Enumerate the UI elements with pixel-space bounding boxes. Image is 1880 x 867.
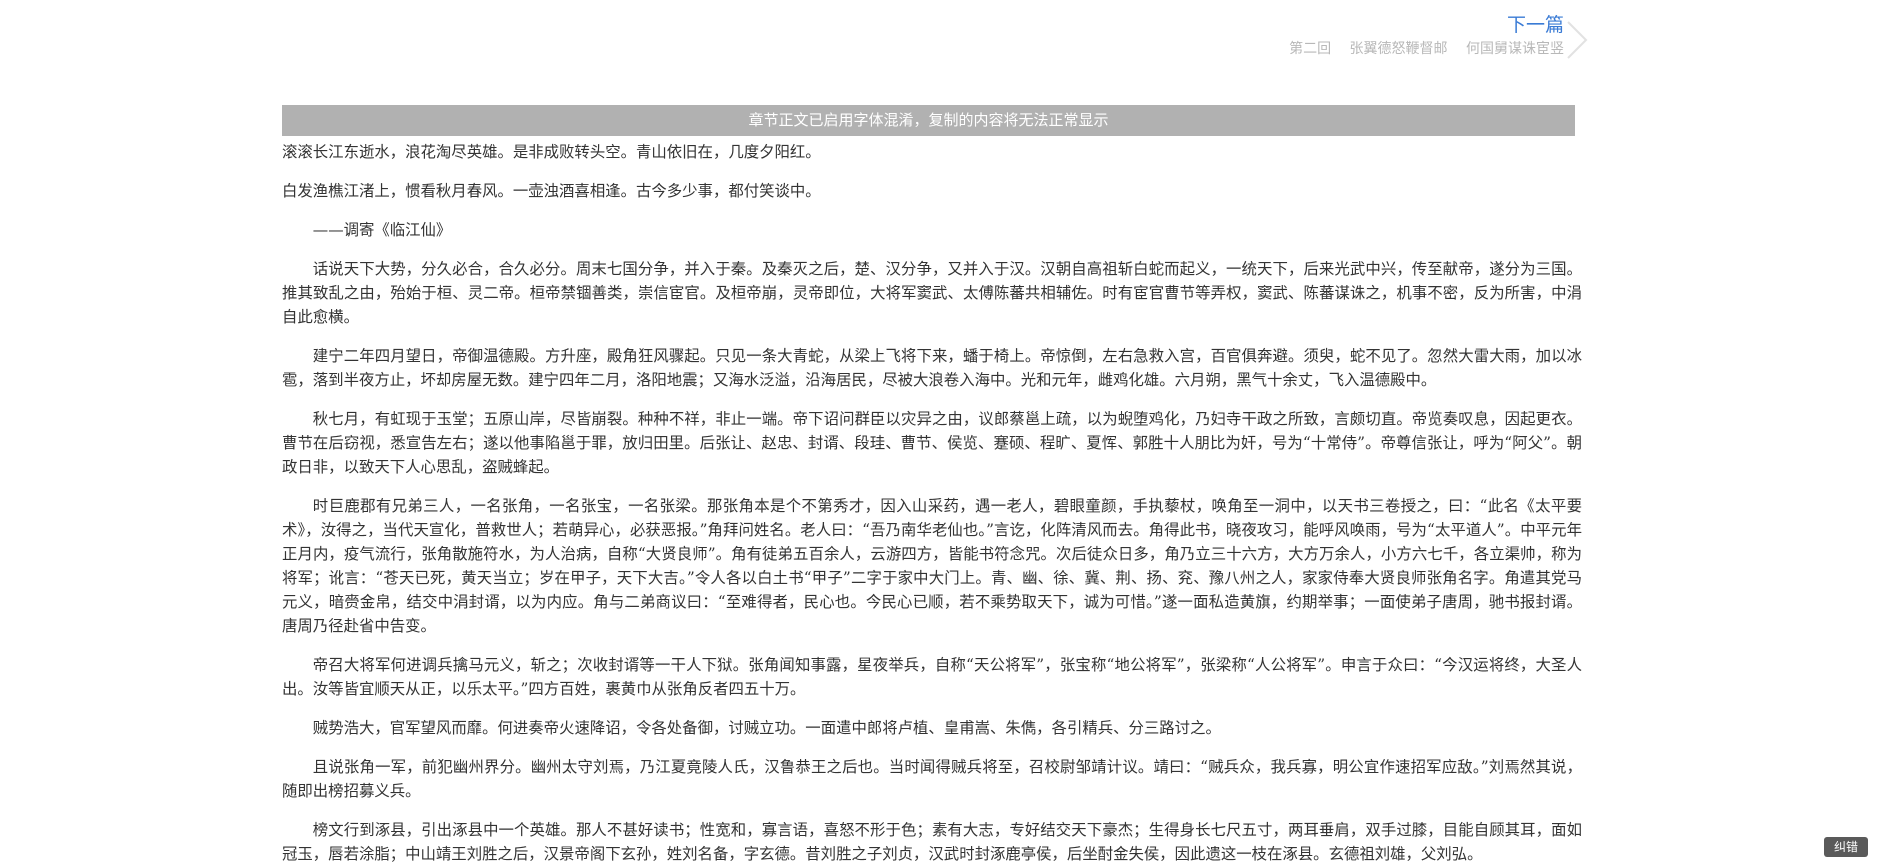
next-chapter-name-1: 张翼德怒鞭督邮 <box>1349 41 1448 57</box>
next-chapter-number: 第二回 <box>1289 41 1332 57</box>
chapter-paragraph: 建宁二年四月望日，帝御温德殿。方升座，殿角狂风骤起。只见一条大青蛇，从梁上飞将下… <box>282 347 1582 389</box>
next-chapter-name-2: 何国舅谋诛宦竖 <box>1466 41 1564 57</box>
chapter-paragraph: 且说张角一军，前犯幽州界分。幽州太守刘焉，乃江夏竟陵人氏，汉鲁恭王之后也。当时闻… <box>282 758 1582 800</box>
chapter-paragraph: 榜文行到涿县，引出涿县中一个英雄。那人不甚好读书；性宽和，寡言语，喜怒不形于色；… <box>282 821 1582 863</box>
next-chapter-subtitle[interactable]: 第二回 张翼德怒鞭督邮 何国舅谋诛宦竖 <box>1289 38 1564 58</box>
next-chapter-link[interactable]: 下一篇 第二回 张翼德怒鞭督邮 何国舅谋诛宦竖 <box>1289 8 1590 68</box>
chapter-paragraph: ——调寄《临江仙》 <box>312 221 452 239</box>
chapter-paragraph: 白发渔樵江渚上，惯看秋月春风。一壶浊酒喜相逢。古今多少事，都付笑谈中。 <box>282 182 821 200</box>
next-chapter-title[interactable]: 下一篇 <box>1507 10 1564 37</box>
chapter-paragraph: 帝召大将军何进调兵擒马元义，斩之；次收封谞等一干人下狱。张角闻知事露，星夜举兵，… <box>282 656 1582 698</box>
chapter-paragraph: 话说天下大势，分久必合，合久必分。周末七国分争，并入于秦。及秦灭之后，楚、汉分争… <box>282 260 1582 326</box>
chapter-paragraph: 时巨鹿郡有兄弟三人，一名张角，一名张宝，一名张梁。那张角本是个不第秀才，因入山采… <box>282 497 1582 635</box>
report-error-button[interactable]: 纠错 <box>1824 837 1868 857</box>
chevron-right-icon[interactable] <box>1564 20 1590 60</box>
font-obfuscation-notice: 章节正文已启用字体混淆，复制的内容将无法正常显示 <box>282 105 1575 136</box>
chapter-paragraph: 滚滚长江东逝水，浪花淘尽英雄。是非成败转头空。青山依旧在，几度夕阳红。 <box>282 143 821 161</box>
chapter-content: 滚滚长江东逝水，浪花淘尽英雄。是非成败转头空。青山依旧在，几度夕阳红。 白发渔樵… <box>282 138 1582 867</box>
reader-page: 下一篇 第二回 张翼德怒鞭督邮 何国舅谋诛宦竖 章节正文已启用字体混淆，复制的内… <box>0 0 1880 867</box>
chapter-paragraph: 秋七月，有虹现于玉堂；五原山岸，尽皆崩裂。种种不祥，非止一端。帝下诏问群臣以灾异… <box>282 410 1582 476</box>
chapter-paragraph: 贼势浩大，官军望风而靡。何进奏帝火速降诏，令各处备御，讨贼立功。一面遣中郎将卢植… <box>312 719 1221 737</box>
